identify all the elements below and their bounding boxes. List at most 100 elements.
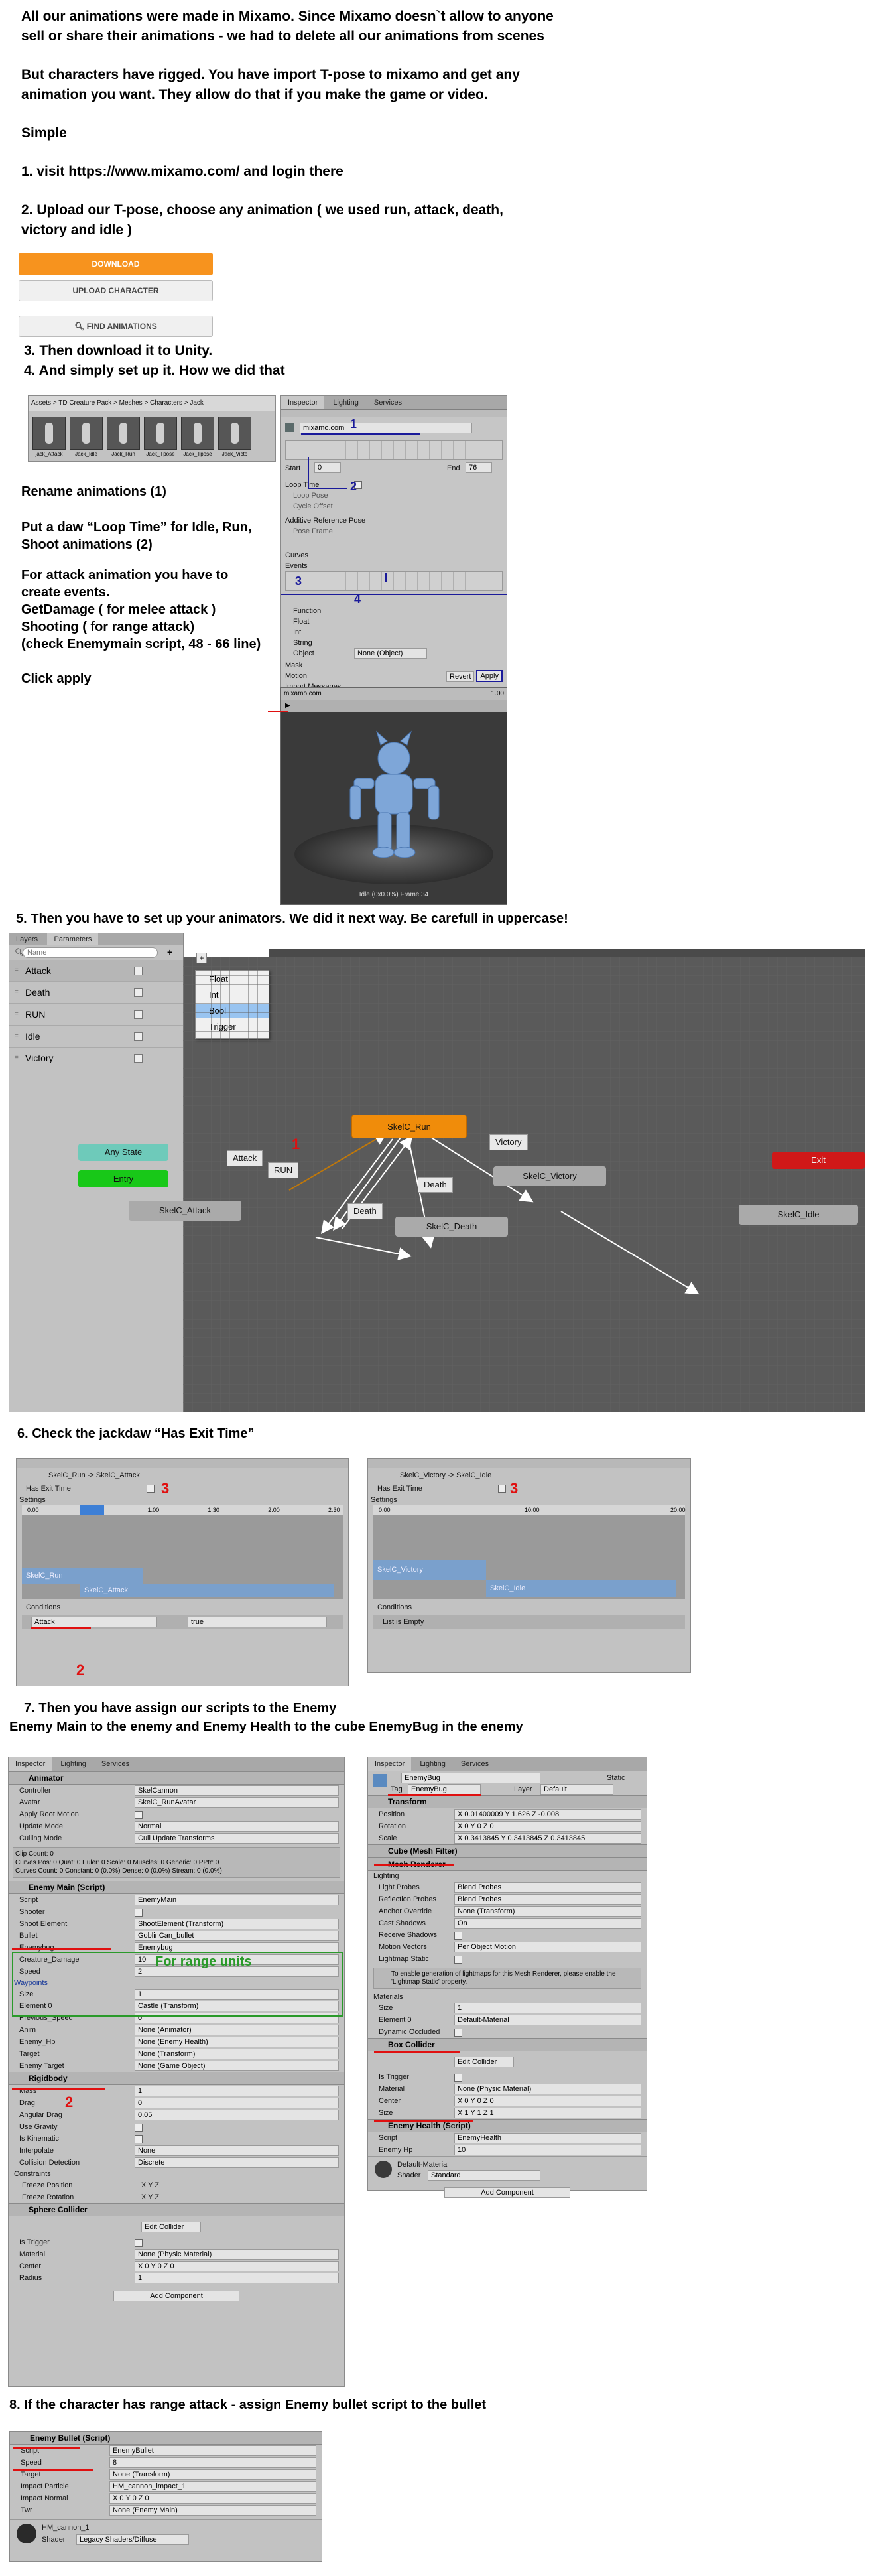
upload-character-button[interactable]: UPLOAD CHARACTER	[19, 280, 213, 301]
property-value[interactable]: Cull Update Transforms	[135, 1833, 339, 1844]
tab-inspector[interactable]: Inspector	[281, 396, 325, 409]
property-value[interactable]: None (Transform)	[454, 1906, 641, 1917]
transition-1-settings[interactable]: Settings	[17, 1495, 348, 1505]
materials-label[interactable]: Materials	[368, 1992, 647, 2002]
clip-name-field[interactable]: mixamo.com	[300, 423, 472, 433]
tag-dropdown[interactable]: EnemyBug	[408, 1784, 481, 1795]
box-collider-header[interactable]: Box Collider	[368, 2038, 647, 2051]
layer-dropdown[interactable]: Default	[540, 1784, 613, 1795]
property-value[interactable]: X 0.3413845 Y 0.3413845 Z 0.3413845	[454, 1833, 641, 1844]
freeze-position-axes[interactable]: X Y Z	[141, 2180, 159, 2191]
events-timeline[interactable]: 3	[285, 571, 503, 591]
property-checkbox[interactable]	[454, 1932, 462, 1940]
parameter-checkbox[interactable]	[134, 967, 143, 975]
tab-services[interactable]: Services	[95, 1757, 136, 1771]
parameter-search-input[interactable]	[23, 947, 158, 958]
transition-1-timeline[interactable]: 0:000:301:001:302:002:30 SkelC_Run SkelC…	[22, 1505, 343, 1599]
transition-2-timeline[interactable]: 0:00 10:00 20:00 SkelC_Victory SkelC_Idle	[373, 1505, 686, 1599]
property-value[interactable]: 0	[135, 2098, 339, 2108]
property-checkbox[interactable]	[135, 2135, 143, 2143]
property-value[interactable]: Blend Probes	[454, 1894, 641, 1905]
property-checkbox[interactable]	[454, 2074, 462, 2082]
property-value[interactable]: 10	[454, 2145, 641, 2155]
property-value[interactable]: EnemyMain	[135, 1895, 339, 1905]
tab-lighting[interactable]: Lighting	[413, 1757, 452, 1771]
tab-parameters[interactable]: Parameters	[47, 933, 99, 945]
parameter-checkbox[interactable]	[134, 1010, 143, 1019]
property-value[interactable]: X 0 Y 0 Z 0	[454, 2096, 641, 2106]
tab-services[interactable]: Services	[454, 1757, 495, 1771]
tab-services[interactable]: Services	[367, 396, 408, 409]
tab-inspector[interactable]: Inspector	[9, 1757, 52, 1771]
transition-1-has-exit-checkbox[interactable]	[147, 1485, 155, 1493]
enemy-main-header[interactable]: Enemy Main (Script)	[9, 1881, 344, 1894]
object-name-field[interactable]: EnemyBug	[401, 1773, 540, 1783]
animation-thumbnail[interactable]: Jack_Tpose	[144, 417, 177, 457]
animation-thumbnail[interactable]: Jack_Idle	[70, 417, 103, 457]
edit-collider-button[interactable]: Edit Collider	[141, 2222, 201, 2232]
event-marker[interactable]	[385, 573, 387, 582]
transition-1-condition-value[interactable]: true	[188, 1617, 327, 1627]
transition-2-bar-2[interactable]: SkelC_Idle	[486, 1580, 676, 1597]
tab-lighting[interactable]: Lighting	[54, 1757, 93, 1771]
property-value[interactable]: SkelCannon	[135, 1785, 339, 1796]
property-value[interactable]: EnemyBullet	[109, 2445, 316, 2456]
animation-thumbnail[interactable]: Jack_Run	[107, 417, 140, 457]
parameter-checkbox[interactable]	[134, 988, 143, 997]
download-button[interactable]: DOWNLOAD	[19, 253, 213, 275]
property-value[interactable]: X 1 Y 1 Z 1	[454, 2108, 641, 2118]
property-checkbox[interactable]	[135, 2239, 143, 2247]
curves-label[interactable]: Curves	[281, 550, 507, 561]
revert-button[interactable]: Revert	[446, 671, 475, 682]
state-skelc-idle[interactable]: SkelC_Idle	[739, 1205, 858, 1225]
property-value[interactable]: None (Transform)	[135, 2049, 339, 2059]
property-value[interactable]: Discrete	[135, 2157, 339, 2168]
property-value[interactable]: None (Enemy Main)	[109, 2505, 316, 2516]
animator-component-header[interactable]: Animator	[9, 1771, 344, 1785]
constraints-label[interactable]: Constraints	[9, 2169, 344, 2179]
transition-2-has-exit-checkbox[interactable]	[498, 1485, 506, 1493]
static-toggle[interactable]: Static	[607, 1773, 625, 1783]
object-field[interactable]: None (Object)	[354, 648, 427, 659]
property-value[interactable]: SkelC_RunAvatar	[135, 1797, 339, 1808]
add-component-button[interactable]: Add Component	[444, 2187, 570, 2198]
tab-layers[interactable]: Layers	[9, 933, 44, 945]
state-skelc-attack[interactable]: SkelC_Attack	[129, 1201, 241, 1221]
property-value[interactable]: 1	[454, 2003, 641, 2013]
mesh-filter-header[interactable]: Cube (Mesh Filter)	[368, 1844, 647, 1858]
sphere-collider-header[interactable]: Sphere Collider	[9, 2203, 344, 2216]
animation-thumbnail[interactable]: jack_Attack	[32, 417, 66, 457]
property-checkbox[interactable]	[454, 1956, 462, 1964]
state-any-state[interactable]: Any State	[78, 1144, 168, 1161]
freeze-rotation-axes[interactable]: X Y Z	[141, 2192, 159, 2203]
property-value[interactable]: ShootElement (Transform)	[135, 1919, 339, 1929]
tab-lighting[interactable]: Lighting	[326, 396, 365, 409]
parameter-row[interactable]: = Idle	[9, 1026, 183, 1048]
property-value[interactable]: On	[454, 1918, 641, 1929]
parameter-row[interactable]: = Death	[9, 982, 183, 1004]
property-value[interactable]: None (Transform)	[109, 2469, 316, 2480]
transform-header[interactable]: Transform	[368, 1795, 647, 1808]
end-field[interactable]: 76	[466, 462, 492, 473]
property-checkbox[interactable]	[454, 2029, 462, 2037]
property-value[interactable]: 1	[135, 2273, 339, 2283]
parameter-checkbox[interactable]	[134, 1032, 143, 1041]
edit-collider-button[interactable]: Edit Collider	[454, 2057, 514, 2067]
property-checkbox[interactable]	[135, 2124, 143, 2132]
property-value[interactable]: Per Object Motion	[454, 1942, 641, 1952]
animation-thumbnail[interactable]: Jack_Victo	[218, 417, 251, 457]
events-label[interactable]: Events	[281, 561, 507, 571]
tab-inspector[interactable]: Inspector	[368, 1757, 412, 1771]
parameter-row[interactable]: = Attack	[9, 960, 183, 982]
parameter-row[interactable]: = Victory	[9, 1048, 183, 1069]
property-checkbox[interactable]	[135, 1909, 143, 1917]
property-value[interactable]: None (Animator)	[135, 2025, 339, 2035]
property-value[interactable]: None (Game Object)	[135, 2061, 339, 2071]
transition-1-bar-1[interactable]: SkelC_Run	[22, 1568, 143, 1584]
property-value[interactable]: EnemyHealth	[454, 2133, 641, 2143]
state-skelc-death[interactable]: SkelC_Death	[395, 1217, 508, 1237]
property-value[interactable]: Blend Probes	[454, 1882, 641, 1893]
parameter-checkbox[interactable]	[134, 1054, 143, 1063]
transition-2-settings[interactable]: Settings	[368, 1495, 690, 1505]
property-value[interactable]: None	[135, 2145, 339, 2156]
